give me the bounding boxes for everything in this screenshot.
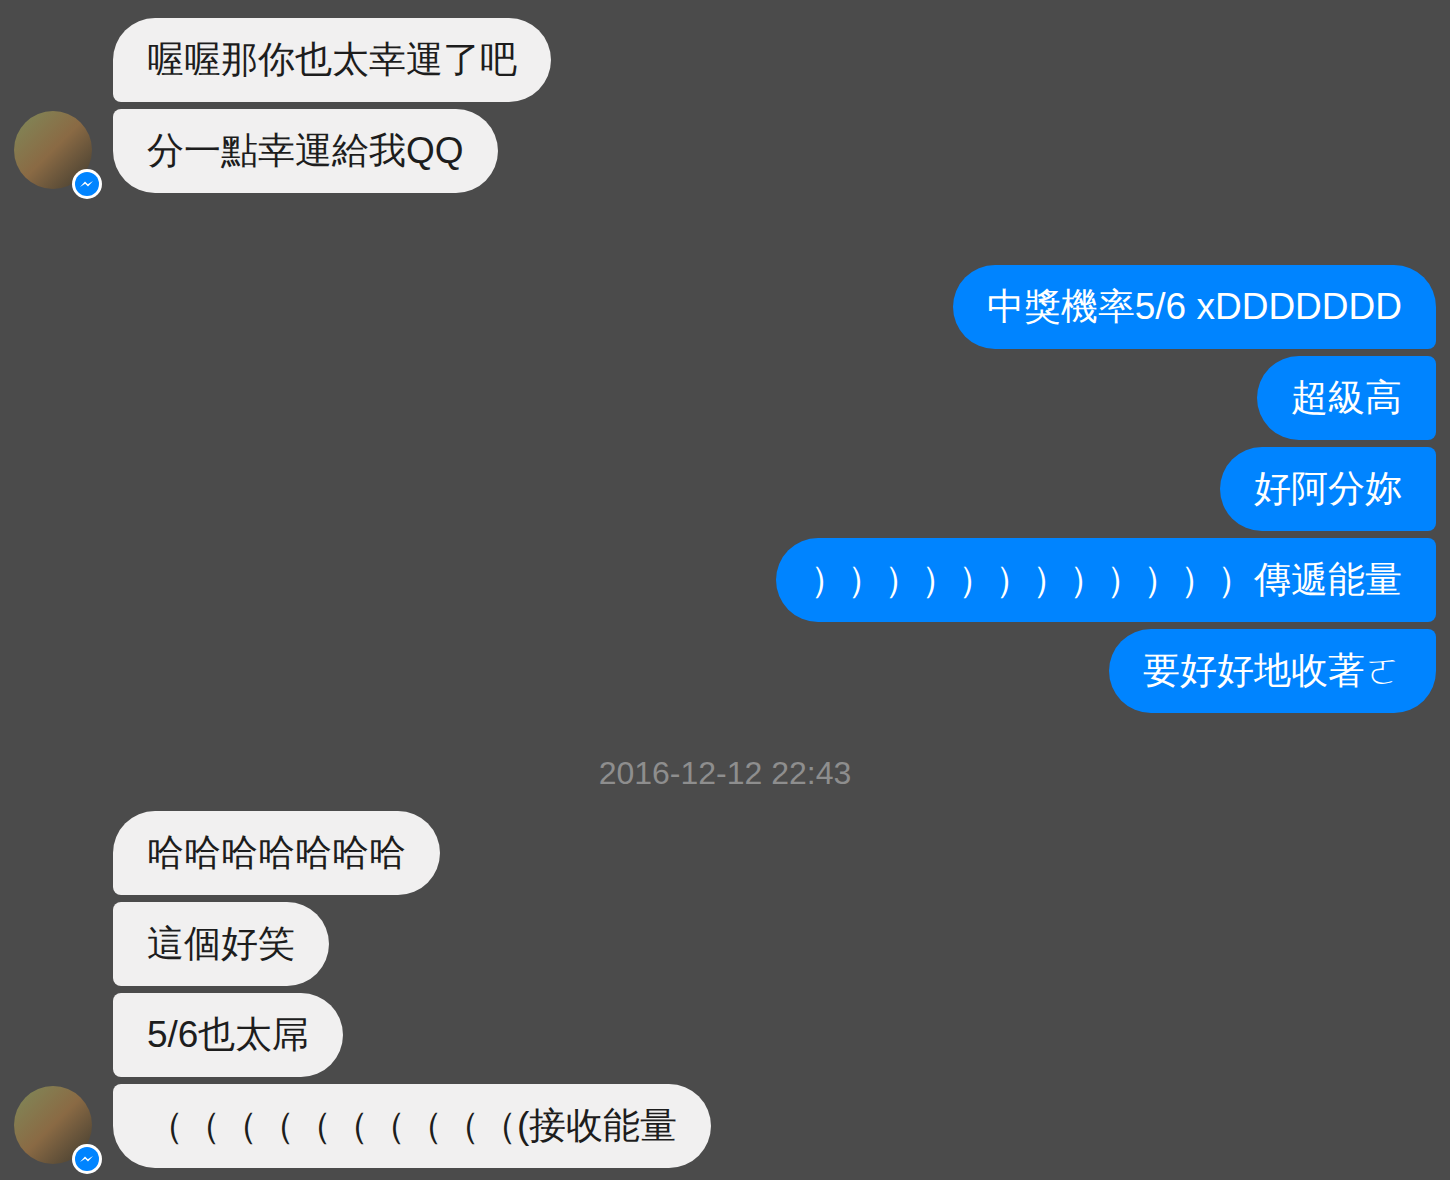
chat-window: 喔喔那你也太幸運了吧分一點幸運給我QQ 中獎機率5/6 xDDDDDDD超級高好阿… xyxy=(0,0,1450,1180)
incoming-bubble[interactable]: 這個好笑 xyxy=(113,902,329,986)
incoming-bubble[interactable]: （（（（（（（（（（(接收能量 xyxy=(113,1084,711,1168)
outgoing-group: 中獎機率5/6 xDDDDDDD超級高好阿分妳））））））））））））傳遞能量要… xyxy=(0,265,1450,713)
messenger-icon xyxy=(74,1146,100,1172)
messenger-badge xyxy=(72,1144,102,1174)
incoming-bubble[interactable]: 5/6也太屌 xyxy=(113,993,343,1077)
avatar[interactable] xyxy=(14,1086,92,1164)
outgoing-bubble[interactable]: 要好好地收著ㄛ xyxy=(1109,629,1436,713)
incoming-group: 哈哈哈哈哈哈哈這個好笑5/6也太屌（（（（（（（（（（(接收能量 xyxy=(0,811,1450,1168)
messenger-badge xyxy=(72,169,102,199)
avatar[interactable] xyxy=(14,111,92,189)
incoming-group: 喔喔那你也太幸運了吧分一點幸運給我QQ xyxy=(0,18,1450,193)
outgoing-bubble[interactable]: ））））））））））））傳遞能量 xyxy=(776,538,1436,622)
incoming-bubble[interactable]: 喔喔那你也太幸運了吧 xyxy=(113,18,551,102)
incoming-bubble[interactable]: 哈哈哈哈哈哈哈 xyxy=(113,811,440,895)
incoming-bubble[interactable]: 分一點幸運給我QQ xyxy=(113,109,498,193)
timestamp: 2016-12-12 22:43 xyxy=(0,713,1450,811)
outgoing-bubble[interactable]: 超級高 xyxy=(1257,356,1436,440)
outgoing-bubble[interactable]: 好阿分妳 xyxy=(1220,447,1436,531)
outgoing-bubble[interactable]: 中獎機率5/6 xDDDDDDD xyxy=(953,265,1436,349)
messenger-icon xyxy=(74,171,100,197)
